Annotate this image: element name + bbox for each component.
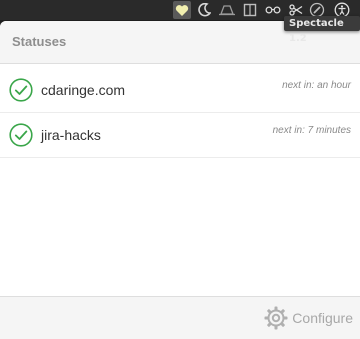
- status-list: cdaringe.com next in: an hour jira-hacks…: [0, 68, 360, 158]
- status-popover: Statuses cdaringe.com next in: an hour j…: [0, 21, 360, 339]
- gear-icon: [264, 306, 288, 330]
- list-item[interactable]: jira-hacks next in: 7 minutes: [0, 113, 360, 158]
- heart-icon[interactable]: [173, 1, 191, 19]
- moon-icon[interactable]: [196, 2, 212, 18]
- alfred-hat-icon[interactable]: [219, 2, 235, 18]
- configure-label: Configure: [292, 310, 353, 326]
- app-tooltip: Spectacle 1.2: [284, 16, 360, 44]
- check-circle-icon: [9, 123, 33, 147]
- popover-footer: Configure: [0, 296, 360, 339]
- configure-button[interactable]: Configure: [263, 305, 353, 331]
- status-name: cdaringe.com: [41, 82, 126, 98]
- page-title: Statuses: [12, 34, 67, 49]
- check-circle-icon: [9, 78, 33, 102]
- glasses-icon[interactable]: [265, 2, 281, 18]
- status-next-check: next in: an hour: [282, 80, 351, 91]
- book-icon[interactable]: [242, 2, 258, 18]
- status-name: jira-hacks: [41, 127, 101, 143]
- status-next-check: next in: 7 minutes: [272, 125, 351, 136]
- list-item[interactable]: cdaringe.com next in: an hour: [0, 68, 360, 113]
